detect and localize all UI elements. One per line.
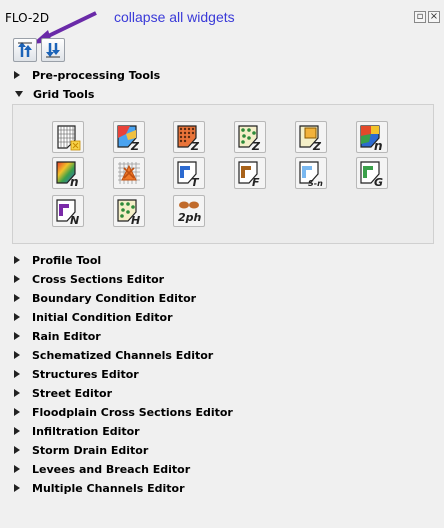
section-initial-condition-editor[interactable]: Initial Condition Editor xyxy=(14,310,173,324)
expand-arrow-icon xyxy=(14,71,20,79)
section-label: Boundary Condition Editor xyxy=(32,291,197,305)
grid-tool-two-phase[interactable]: 2ph xyxy=(173,195,205,227)
section-storm-drain-editor[interactable]: Storm Drain Editor xyxy=(14,443,148,457)
section-label: Structures Editor xyxy=(32,367,139,381)
expand-arrow-icon xyxy=(14,484,20,492)
expand-arrow-icon xyxy=(14,427,20,435)
section-label: Storm Drain Editor xyxy=(32,443,149,457)
section-label: Pre-processing Tools xyxy=(32,68,161,82)
icon-letter: Z xyxy=(190,140,200,152)
expand-arrow-icon xyxy=(14,446,20,454)
icon-letter: N xyxy=(70,214,79,226)
section-floodplain-cross-sections-editor[interactable]: Floodplain Cross Sections Editor xyxy=(14,405,233,419)
icon-letter: T xyxy=(191,176,200,188)
icon-letter: S-n xyxy=(308,179,323,188)
expand-arrow-icon xyxy=(14,408,20,416)
expand-arrow-icon xyxy=(14,351,20,359)
expand-arrow-icon xyxy=(14,389,20,397)
section-label: Floodplain Cross Sections Editor xyxy=(32,405,233,419)
section-label: Initial Condition Editor xyxy=(32,310,173,324)
manning-landuse-icon: n xyxy=(360,125,383,152)
polygon-elevation-icon: Z xyxy=(299,125,322,152)
arf-grid-icon xyxy=(118,162,140,184)
two-phase-icon: 2ph xyxy=(178,201,202,224)
lidar-elevation-icon: Z xyxy=(238,125,261,152)
grid-tool-point-elevation[interactable]: Z xyxy=(173,121,205,153)
grid-tool-hydraulic[interactable]: H xyxy=(113,195,145,227)
section-profile-tool[interactable]: Profile Tool xyxy=(14,253,101,267)
expand-arrow-icon xyxy=(14,370,20,378)
section-label: Rain Editor xyxy=(32,329,101,343)
collapse-all-widgets-icon xyxy=(18,42,32,57)
section-levees-and-breach-editor[interactable]: Levees and Breach Editor xyxy=(14,462,190,476)
expand-all-button[interactable] xyxy=(41,38,65,62)
section-infiltration-editor[interactable]: Infiltration Editor xyxy=(14,424,140,438)
grid-tool-noexchange[interactable]: N xyxy=(52,195,84,227)
grid-tools-panel: Z Z Z Z n n T F S-n G N H 2ph xyxy=(12,104,434,244)
collapse-arrow-icon xyxy=(15,91,23,97)
section-structures-editor[interactable]: Structures Editor xyxy=(14,367,139,381)
grid-tool-shallow-n[interactable]: S-n xyxy=(295,157,327,189)
annotation-label: collapse all widgets xyxy=(114,9,235,25)
expand-arrow-icon xyxy=(14,275,20,283)
icon-letter: G xyxy=(374,176,383,188)
section-label: Cross Sections Editor xyxy=(32,272,165,286)
expand-arrow-icon xyxy=(14,332,20,340)
section-cross-sections-editor[interactable]: Cross Sections Editor xyxy=(14,272,164,286)
section-grid-tools[interactable]: Grid Tools xyxy=(14,87,94,101)
point-elevation-icon: Z xyxy=(177,125,200,152)
icon-letter: Z xyxy=(251,140,261,152)
manning-gradient-icon: n xyxy=(56,161,79,188)
section-label: Profile Tool xyxy=(32,253,102,267)
section-label: Grid Tools xyxy=(33,87,95,101)
expand-arrow-icon xyxy=(14,294,20,302)
create-grid-icon xyxy=(57,125,81,151)
expand-all-widgets-icon xyxy=(46,43,60,58)
collapse-all-button[interactable] xyxy=(13,38,37,62)
shallow-n-icon: S-n xyxy=(299,161,323,188)
hydraulic-icon: H xyxy=(117,199,140,226)
grid-tool-manning-gradient[interactable]: n xyxy=(52,157,84,189)
topo-icon: T xyxy=(177,161,200,188)
icon-letter: 2ph xyxy=(178,211,202,224)
gutter-icon: G xyxy=(360,161,383,188)
grid-tool-polygon-elevation[interactable]: Z xyxy=(295,121,327,153)
icon-letter: F xyxy=(252,176,260,188)
noexchange-icon: N xyxy=(56,199,79,226)
froude-icon: F xyxy=(238,161,260,188)
scrollbar[interactable] xyxy=(436,34,444,528)
dock-titlebar: FLO-2D collapse all widgets ▫ × xyxy=(0,0,444,44)
section-boundary-condition-editor[interactable]: Boundary Condition Editor xyxy=(14,291,196,305)
float-icon[interactable]: ▫ xyxy=(414,11,426,23)
section-multiple-channels-editor[interactable]: Multiple Channels Editor xyxy=(14,481,185,495)
grid-tool-manning-landuse[interactable]: n xyxy=(356,121,388,153)
section-schematized-channels-editor[interactable]: Schematized Channels Editor xyxy=(14,348,213,362)
expand-arrow-icon xyxy=(14,313,20,321)
section-label: Infiltration Editor xyxy=(32,424,140,438)
grid-tool-gutter[interactable]: G xyxy=(356,157,388,189)
section-label: Street Editor xyxy=(32,386,113,400)
grid-tool-create-grid[interactable] xyxy=(52,121,84,153)
expand-arrow-icon xyxy=(14,256,20,264)
icon-letter: n xyxy=(70,175,79,188)
expand-arrow-icon xyxy=(14,465,20,473)
grid-tool-arf[interactable] xyxy=(113,157,145,189)
grid-tool-elevation[interactable]: Z xyxy=(113,121,145,153)
grid-tool-froude[interactable]: F xyxy=(234,157,266,189)
icon-letter: n xyxy=(374,139,383,152)
icon-letter: Z xyxy=(312,140,322,152)
section-preprocessing-tools[interactable]: Pre-processing Tools xyxy=(14,68,160,82)
section-street-editor[interactable]: Street Editor xyxy=(14,386,112,400)
icon-letter: H xyxy=(131,214,140,226)
section-label: Multiple Channels Editor xyxy=(32,481,185,495)
grid-tool-topo[interactable]: T xyxy=(173,157,205,189)
close-icon[interactable]: × xyxy=(428,11,440,23)
sample-elevation-icon: Z xyxy=(117,125,140,152)
section-label: Schematized Channels Editor xyxy=(32,348,214,362)
icon-letter: Z xyxy=(130,140,140,152)
grid-tool-lidar-elevation[interactable]: Z xyxy=(234,121,266,153)
section-label: Levees and Breach Editor xyxy=(32,462,191,476)
section-rain-editor[interactable]: Rain Editor xyxy=(14,329,101,343)
